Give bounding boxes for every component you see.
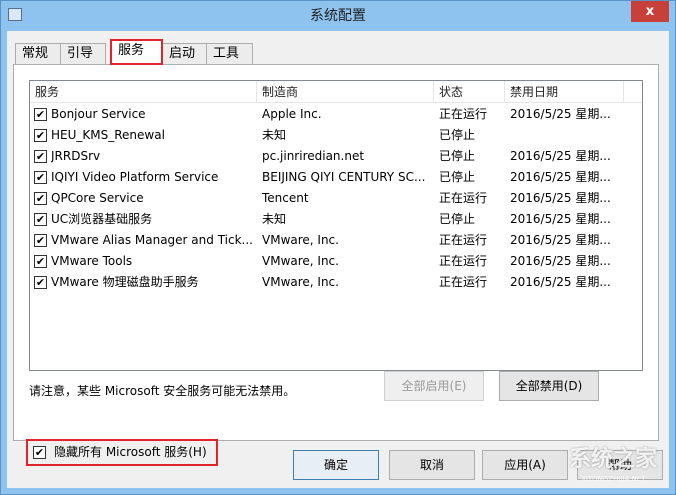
ok-button[interactable]: 确定 xyxy=(293,450,379,480)
service-manufacturer: 未知 xyxy=(262,128,287,142)
service-checkbox[interactable]: ✔ xyxy=(34,150,47,163)
service-checkbox[interactable]: ✔ xyxy=(34,234,47,247)
service-name: Bonjour Service xyxy=(51,107,146,121)
service-disabled-date: 2016/5/25 星期... xyxy=(510,233,611,247)
service-manufacturer: VMware, Inc. xyxy=(262,254,339,268)
column-status[interactable]: 状态 xyxy=(434,81,505,103)
service-checkbox[interactable]: ✔ xyxy=(34,171,47,184)
service-manufacturer: VMware, Inc. xyxy=(262,275,339,289)
tab-tools[interactable]: 工具 xyxy=(206,43,253,65)
service-status: 正在运行 xyxy=(439,107,488,121)
service-status: 正在运行 xyxy=(439,275,488,289)
service-row[interactable]: ✔ VMware Alias Manager and Tick... VMwar… xyxy=(30,230,642,251)
disable-all-button[interactable]: 全部禁用(D) xyxy=(499,371,599,401)
cancel-button[interactable]: 取消 xyxy=(389,450,475,480)
apply-button[interactable]: 应用(A) xyxy=(482,450,568,480)
service-row[interactable]: ✔ UC浏览器基础服务 未知 已停止 2016/5/25 星期... xyxy=(30,209,642,230)
service-checkbox[interactable]: ✔ xyxy=(34,192,47,205)
tab-boot[interactable]: 引导 xyxy=(60,43,106,65)
service-status: 已停止 xyxy=(439,170,476,184)
watermark-logo: 系统之家 xyxy=(569,447,658,472)
service-disabled-date: 2016/5/25 星期... xyxy=(510,149,611,163)
checkbox-checked-icon[interactable]: ✔ xyxy=(33,446,46,459)
hide-microsoft-label: 隐藏所有 Microsoft 服务(H) xyxy=(54,445,207,459)
system-config-window: 系统配置 x 常规 引导 服务 启动 工具 服务 制造商 状态 禁用日期 ✔ B… xyxy=(0,0,676,495)
enable-all-button[interactable]: 全部启用(E) xyxy=(384,371,484,401)
window-title: 系统配置 xyxy=(310,8,366,24)
service-name: VMware Tools xyxy=(51,254,133,268)
service-disabled-date: 2016/5/25 星期... xyxy=(510,170,611,184)
services-panel: 服务 制造商 状态 禁用日期 ✔ Bonjour Service Apple I… xyxy=(13,64,659,466)
service-disabled-date: 2016/5/25 星期... xyxy=(510,191,611,205)
service-name: HEU_KMS_Renewal xyxy=(51,128,165,142)
security-note: 请注意，某些 Microsoft 安全服务可能无法禁用。 xyxy=(29,384,296,398)
service-status: 已停止 xyxy=(439,128,476,142)
service-name: VMware 物理磁盘助手服务 xyxy=(51,275,199,289)
service-status: 已停止 xyxy=(439,212,476,226)
service-manufacturer: VMware, Inc. xyxy=(262,233,339,247)
service-status: 正在运行 xyxy=(439,191,488,205)
service-manufacturer: Apple Inc. xyxy=(262,107,322,121)
service-disabled-date: 2016/5/25 星期... xyxy=(510,275,611,289)
service-name: JRRDSrv xyxy=(51,149,101,163)
service-row[interactable]: ✔ VMware 物理磁盘助手服务 VMware, Inc. 正在运行 2016… xyxy=(30,272,642,293)
watermark-url: XITONGZHIJIA.NET xyxy=(581,475,646,483)
dialog-body: 常规 引导 服务 启动 工具 服务 制造商 状态 禁用日期 ✔ Bonjour … xyxy=(7,31,669,488)
tab-services[interactable]: 服务 xyxy=(110,39,163,65)
column-manufacturer[interactable]: 制造商 xyxy=(257,81,434,103)
service-name: IQIYI Video Platform Service xyxy=(51,170,219,184)
service-disabled-date: 2016/5/25 星期... xyxy=(510,212,611,226)
tab-general[interactable]: 常规 xyxy=(15,43,61,65)
service-row[interactable]: ✔ HEU_KMS_Renewal 未知 已停止 xyxy=(30,125,642,146)
service-checkbox[interactable]: ✔ xyxy=(34,255,47,268)
close-button[interactable]: x xyxy=(631,1,669,22)
hide-microsoft-services-checkbox[interactable]: ✔ 隐藏所有 Microsoft 服务(H) xyxy=(26,439,218,466)
service-manufacturer: 未知 xyxy=(262,212,287,226)
app-icon xyxy=(8,8,22,21)
service-checkbox[interactable]: ✔ xyxy=(34,276,47,289)
list-header: 服务 制造商 状态 禁用日期 xyxy=(30,81,642,103)
service-name: VMware Alias Manager and Tick... xyxy=(51,233,253,247)
service-manufacturer: Tencent xyxy=(262,191,309,205)
service-checkbox[interactable]: ✔ xyxy=(34,108,47,121)
services-list[interactable]: 服务 制造商 状态 禁用日期 ✔ Bonjour Service Apple I… xyxy=(29,80,643,371)
service-disabled-date: 2016/5/25 星期... xyxy=(510,254,611,268)
service-status: 正在运行 xyxy=(439,233,488,247)
column-disabled-date[interactable]: 禁用日期 xyxy=(505,81,624,103)
column-service[interactable]: 服务 xyxy=(30,81,257,103)
service-disabled-date xyxy=(510,125,622,146)
service-manufacturer: pc.jinriredian.net xyxy=(262,149,365,163)
service-row[interactable]: ✔ QPCore Service Tencent 正在运行 2016/5/25 … xyxy=(30,188,642,209)
service-row[interactable]: ✔ JRRDSrv pc.jinriredian.net 已停止 2016/5/… xyxy=(30,146,642,167)
service-row[interactable]: ✔ VMware Tools VMware, Inc. 正在运行 2016/5/… xyxy=(30,251,642,272)
service-checkbox[interactable]: ✔ xyxy=(34,129,47,142)
service-manufacturer: BEIJING QIYI CENTURY SC... xyxy=(262,170,426,184)
service-name: UC浏览器基础服务 xyxy=(51,212,153,226)
service-status: 正在运行 xyxy=(439,254,488,268)
service-status: 已停止 xyxy=(439,149,476,163)
service-row[interactable]: ✔ IQIYI Video Platform Service BEIJING Q… xyxy=(30,167,642,188)
tab-startup[interactable]: 启动 xyxy=(162,43,207,65)
service-name: QPCore Service xyxy=(51,191,144,205)
service-disabled-date: 2016/5/25 星期... xyxy=(510,107,611,121)
service-row[interactable]: ✔ Bonjour Service Apple Inc. 正在运行 2016/5… xyxy=(30,104,642,125)
service-checkbox[interactable]: ✔ xyxy=(34,213,47,226)
